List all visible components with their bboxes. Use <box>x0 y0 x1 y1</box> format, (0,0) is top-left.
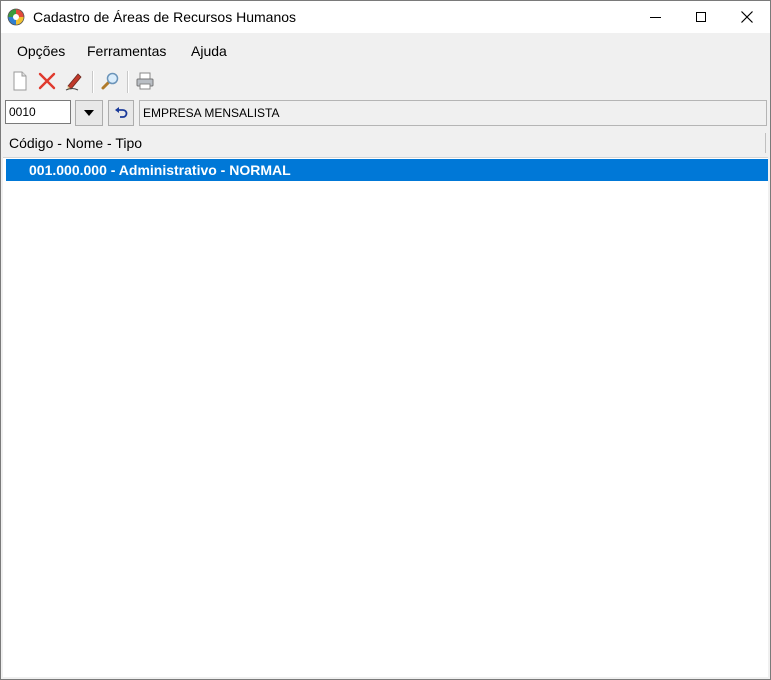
search-button[interactable] <box>98 69 122 93</box>
app-globe-icon <box>7 8 25 26</box>
toolbar-separator <box>127 71 129 93</box>
window-title: Cadastro de Áreas de Recursos Humanos <box>33 9 297 25</box>
close-button[interactable] <box>724 1 770 33</box>
print-button[interactable] <box>133 69 157 93</box>
chevron-down-icon <box>84 110 94 116</box>
company-code-input[interactable] <box>5 100 71 124</box>
column-divider <box>765 133 766 153</box>
maximize-button[interactable] <box>678 1 724 33</box>
toolbar <box>1 67 770 97</box>
menu-bar: Opções Ferramentas Ajuda <box>1 33 770 65</box>
new-button[interactable] <box>8 69 32 93</box>
company-selector: EMPRESA MENSALISTA <box>1 98 770 128</box>
column-header-label: Código - Nome - Tipo <box>9 135 143 151</box>
minimize-button[interactable] <box>632 1 678 33</box>
menu-ferramentas[interactable]: Ferramentas <box>87 43 166 59</box>
menu-ajuda[interactable]: Ajuda <box>191 43 227 59</box>
company-dropdown-button[interactable] <box>75 100 103 126</box>
undo-arrow-icon <box>115 107 128 118</box>
search-magnifier-icon <box>101 72 119 90</box>
new-document-icon <box>13 71 27 91</box>
print-icon <box>136 72 154 90</box>
undo-button[interactable] <box>108 100 134 126</box>
main-window: Cadastro de Áreas de Recursos Humanos Op… <box>0 0 771 680</box>
close-icon <box>741 11 753 23</box>
list-item-selected[interactable]: 001.000.000 - Administrativo - NORMAL <box>6 159 768 181</box>
minimize-icon <box>649 16 661 18</box>
maximize-icon <box>696 12 706 22</box>
delete-icon <box>38 72 56 90</box>
toolbar-separator <box>92 71 94 93</box>
title-bar[interactable]: Cadastro de Áreas de Recursos Humanos <box>1 1 770 33</box>
company-name-field: EMPRESA MENSALISTA <box>139 100 767 126</box>
list-column-header[interactable]: Código - Nome - Tipo <box>3 131 768 158</box>
areas-list[interactable]: 001.000.000 - Administrativo - NORMAL <box>3 158 768 677</box>
edit-pencil-icon <box>65 73 82 91</box>
delete-button[interactable] <box>35 69 59 93</box>
edit-button[interactable] <box>62 69 86 93</box>
menu-opcoes[interactable]: Opções <box>17 43 65 59</box>
list-item-label: 001.000.000 - Administrativo - NORMAL <box>29 162 291 178</box>
